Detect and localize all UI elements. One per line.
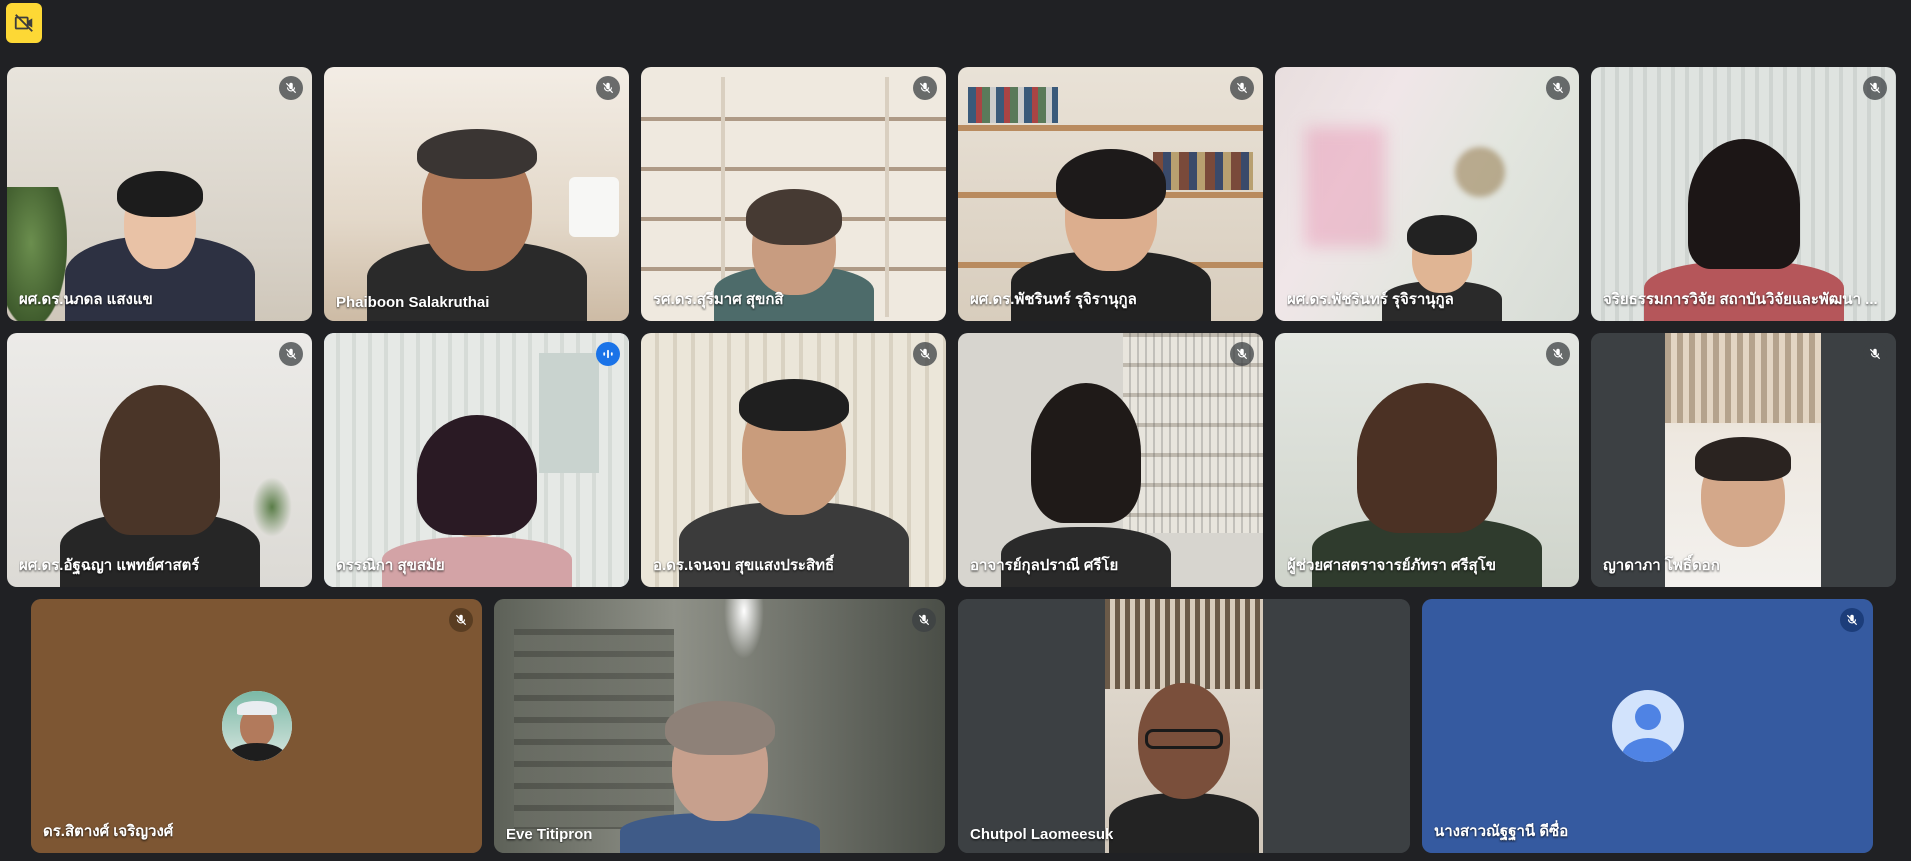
participant-name: ดรรณิกา สุขสมัย [336,557,445,574]
participant-name: อาจารย์กุลปราณี ศรีโย [970,557,1119,574]
participant-name: Chutpol Laomeesuk [970,826,1114,843]
muted-mic-icon [913,342,937,366]
participant-name: ผศ.ดร.พัชรินทร์ รุจิรานุกูล [1287,291,1454,308]
muted-mic-icon [596,76,620,100]
participant-name: ผศ.ดร.พัชรินทร์ รุจิรานุกูล [970,291,1137,308]
participant-tile[interactable]: จริยธรรมการวิจัย สถาบันวิจัยและพัฒนา ... [1591,67,1896,321]
participant-name: ญาดาภา โพธิ์ดอก [1603,557,1720,574]
participant-tile[interactable]: ผศ.ดร.พัชรินทร์ รุจิรานุกูล [1275,67,1579,321]
participant-name: นางสาวณัฐฐานี ดีซื่อ [1434,823,1569,840]
participant-tile[interactable]: รศ.ดร.สุรีมาศ สุขกสิ [641,67,946,321]
participant-name: ผศ.ดร.นภดล แสงแข [19,291,153,308]
speaking-indicator-icon [596,342,620,366]
participant-name: Phaiboon Salakruthai [336,294,490,311]
muted-mic-icon [449,608,473,632]
participant-name: อ.ดร.เจนจบ สุขแสงประสิทธิ์ [653,557,835,574]
default-avatar-icon [1611,690,1684,762]
participant-tile[interactable]: ผศ.ดร.พัชรินทร์ รุจิรานุกูล [958,67,1263,321]
participant-tile[interactable]: อ.ดร.เจนจบ สุขแสงประสิทธิ์ [641,333,946,587]
muted-mic-icon [1863,76,1887,100]
muted-mic-icon [279,76,303,100]
camera-off-badge[interactable] [6,3,42,43]
muted-mic-icon [1546,342,1570,366]
muted-mic-icon [1230,76,1254,100]
participant-name: Eve Titipron [506,826,593,843]
participant-tile[interactable]: ญาดาภา โพธิ์ดอก [1591,333,1896,587]
participant-name: ดร.สิตางศ์ เจริญวงศ์ [43,823,174,840]
muted-mic-icon [1230,342,1254,366]
participant-tile[interactable]: ดร.สิตางศ์ เจริญวงศ์ [31,599,482,853]
participant-name: ผศ.ดร.อัฐฉญา แพทย์ศาสตร์ [19,557,200,574]
participant-name: รศ.ดร.สุรีมาศ สุขกสิ [653,291,784,308]
participant-tile[interactable]: ผศ.ดร.นภดล แสงแข [7,67,312,321]
muted-mic-icon [1840,608,1864,632]
participant-name: ผู้ช่วยศาสตราจารย์ภัทรา ศรีสุโข [1287,557,1497,574]
participant-tile[interactable]: นางสาวณัฐฐานี ดีซื่อ [1422,599,1873,853]
participant-name: จริยธรรมการวิจัย สถาบันวิจัยและพัฒนา ... [1603,291,1878,308]
muted-mic-icon [279,342,303,366]
muted-mic-icon [913,76,937,100]
participant-tile[interactable]: Chutpol Laomeesuk [958,599,1410,853]
participant-avatar [221,691,292,761]
muted-mic-icon [912,608,936,632]
participant-tile[interactable]: ผศ.ดร.อัฐฉญา แพทย์ศาสตร์ [7,333,312,587]
participant-tile[interactable]: Eve Titipron [494,599,945,853]
participant-tile-active-speaker[interactable]: ดรรณิกา สุขสมัย [324,333,629,587]
muted-mic-icon [1863,342,1887,366]
muted-mic-icon [1546,76,1570,100]
camera-off-icon [14,14,33,32]
participant-tile[interactable]: Phaiboon Salakruthai [324,67,629,321]
participant-tile[interactable]: อาจารย์กุลปราณี ศรีโย [958,333,1263,587]
participant-tile[interactable]: ผู้ช่วยศาสตราจารย์ภัทรา ศรีสุโข [1275,333,1579,587]
